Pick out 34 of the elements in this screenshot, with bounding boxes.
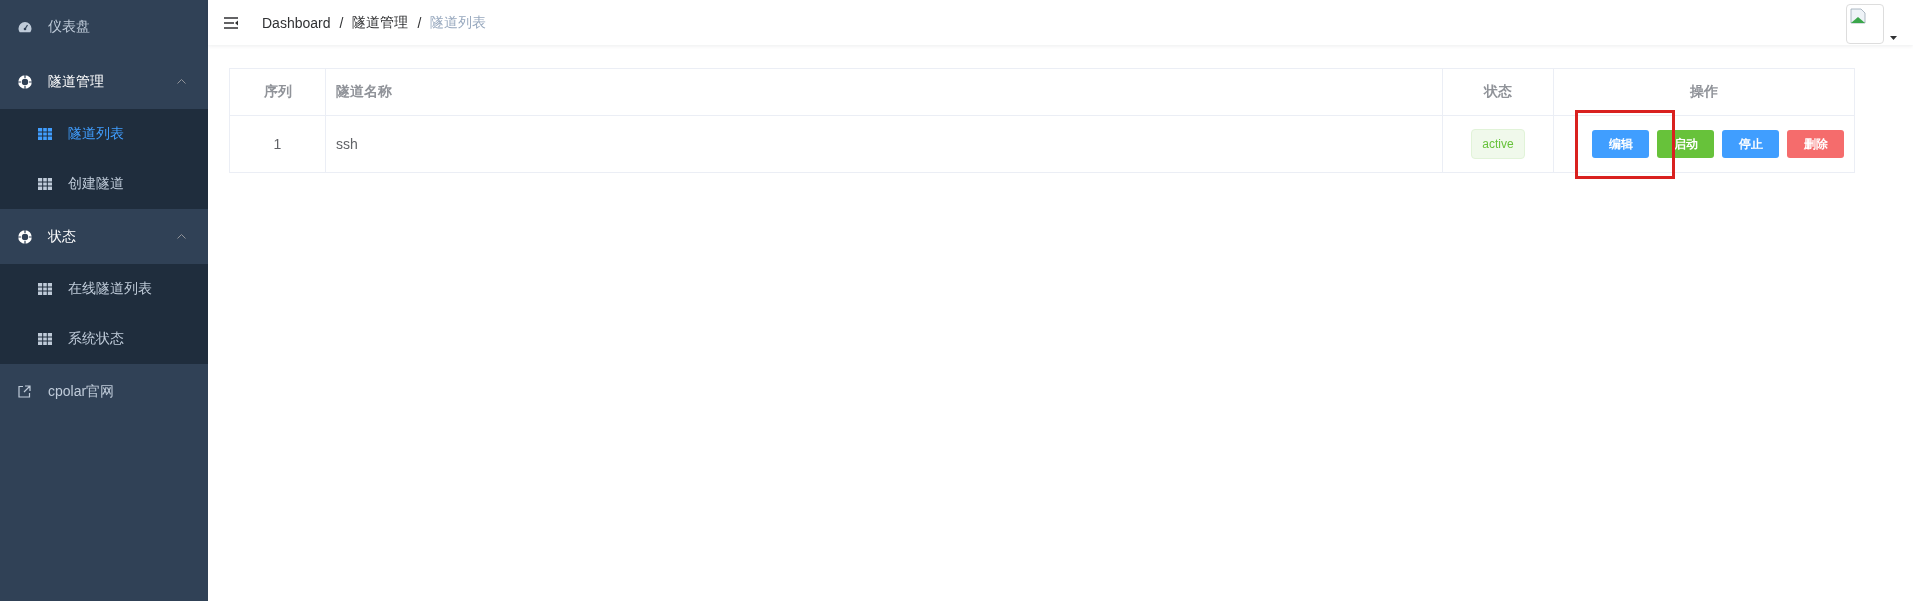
breadcrumb-item: 隧道列表 bbox=[430, 13, 487, 32]
breadcrumb-item[interactable]: 隧道管理 bbox=[352, 13, 409, 32]
avatar-box[interactable] bbox=[1846, 3, 1884, 44]
broken-image-icon bbox=[1850, 7, 1866, 24]
menu-group-header[interactable]: 状态 bbox=[0, 209, 208, 264]
table-icon bbox=[38, 283, 52, 295]
menu-item[interactable]: 创建隧道 bbox=[0, 159, 208, 209]
menu-group-header[interactable]: 隧道管理 bbox=[0, 54, 208, 109]
chevron-up-icon bbox=[177, 79, 186, 84]
breadcrumb-separator: / bbox=[339, 14, 344, 31]
menu-item[interactable]: 在线隧道列表 bbox=[0, 264, 208, 314]
status-tag: active bbox=[1471, 129, 1525, 159]
column-header: 状态 bbox=[1442, 68, 1554, 116]
table-icon bbox=[38, 333, 52, 345]
menu-link[interactable]: cpolar官网 bbox=[0, 364, 208, 419]
lifebuoy-icon bbox=[18, 229, 32, 244]
table-icon bbox=[38, 128, 52, 140]
gauge-icon bbox=[18, 21, 32, 33]
table-icon bbox=[38, 178, 52, 190]
menu-item[interactable]: 隧道列表 bbox=[0, 109, 208, 159]
breadcrumb-separator: / bbox=[417, 14, 422, 31]
column-header: 序列 bbox=[229, 68, 326, 116]
column-header: 操作 bbox=[1553, 68, 1855, 116]
breadcrumb-item[interactable]: Dashboard bbox=[262, 14, 331, 31]
column-header: 隧道名称 bbox=[325, 68, 1443, 116]
external-link-icon bbox=[18, 385, 31, 398]
menu-item[interactable]: 仪表盘 bbox=[0, 0, 208, 54]
caret-down-icon[interactable] bbox=[1890, 35, 1897, 40]
chevron-up-icon bbox=[177, 234, 186, 239]
lifebuoy-icon bbox=[18, 74, 32, 89]
menu-item[interactable]: 系统状态 bbox=[0, 314, 208, 364]
table-cell: ssh bbox=[325, 115, 1443, 173]
menu-fold-icon[interactable] bbox=[224, 16, 238, 29]
table-cell: 1 bbox=[229, 115, 326, 173]
